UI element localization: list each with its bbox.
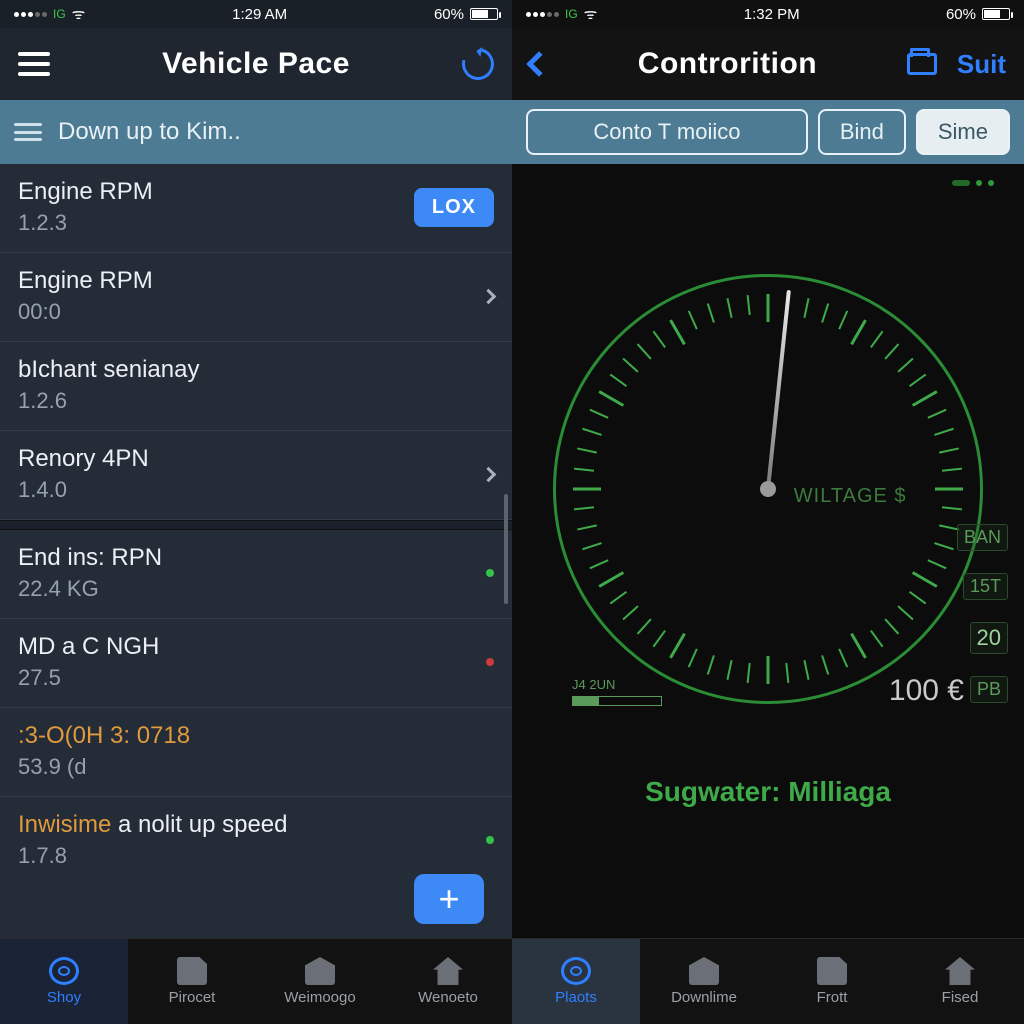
shoy-icon xyxy=(49,957,79,985)
seg-conto[interactable]: Conto T moiico xyxy=(526,109,808,155)
status-time: 1:29 AM xyxy=(232,6,287,23)
list-item[interactable]: MD a C NGH27.5 xyxy=(0,619,512,708)
seg-bind[interactable]: Bind xyxy=(818,109,906,155)
phone-left: IG ᯤ 1:29 AM 60% Vehicle Pace Down up to… xyxy=(0,0,512,1024)
list-item[interactable]: Inwisime a nolit up speed1.7.8 xyxy=(0,797,512,885)
lox-badge[interactable]: LOX xyxy=(414,188,494,227)
plus-icon: + xyxy=(438,878,459,920)
doc-icon xyxy=(177,957,207,985)
list-item[interactable]: End ins: RPN22.4 KG xyxy=(0,530,512,619)
folder-icon[interactable] xyxy=(907,53,937,75)
connection-dots-icon xyxy=(952,180,994,186)
tab-pirocet[interactable]: Pirocet xyxy=(128,939,256,1024)
signal-dots-icon xyxy=(526,12,559,17)
battery-pct: 60% xyxy=(946,6,976,23)
gauge-panel: WILTAGE $ BAN 15T 20 PB J4 2UN 100 € Sug… xyxy=(512,164,1024,938)
status-bar: IG ᯤ 1:29 AM 60% xyxy=(0,0,512,28)
tab-frott[interactable]: Frott xyxy=(768,939,896,1024)
battery-icon xyxy=(982,8,1010,20)
list-item[interactable]: Renory 4PN1.4.0 xyxy=(0,431,512,520)
add-button[interactable]: + xyxy=(414,874,484,924)
speed-gauge: WILTAGE $ xyxy=(553,274,983,704)
section-divider xyxy=(0,520,512,530)
refresh-icon[interactable] xyxy=(456,42,500,86)
signal-dots-icon xyxy=(14,12,47,17)
tab-bar: Plaots Downlime Frott Fised xyxy=(512,938,1024,1024)
battery-icon xyxy=(470,8,498,20)
status-dot-icon xyxy=(486,836,494,844)
house-icon xyxy=(945,957,975,985)
chevron-right-icon xyxy=(481,288,497,304)
nav-bar: Controrition Suit xyxy=(512,28,1024,100)
tab-shoy[interactable]: Shoy xyxy=(0,939,128,1024)
page-title: Vehicle Pace xyxy=(162,47,350,81)
nav-bar: Vehicle Pace xyxy=(0,28,512,100)
status-dot-icon xyxy=(486,658,494,666)
menu-icon[interactable] xyxy=(18,52,50,76)
gauge-center-label: WILTAGE $ xyxy=(794,485,907,508)
tab-wenoeto[interactable]: Wenoeto xyxy=(384,939,512,1024)
list-item[interactable]: :3-O(0H 3: 071853.9 (d xyxy=(0,708,512,797)
phone-right: IG ᯤ 1:32 PM 60% Controrition Suit Conto… xyxy=(512,0,1024,1024)
parameter-list: Engine RPM1.2.3 LOX Engine RPM00:0 bIcha… xyxy=(0,164,512,938)
suit-button[interactable]: Suit xyxy=(957,49,1006,80)
list-item[interactable]: Engine RPM1.2.3 LOX xyxy=(0,164,512,253)
tab-plaots[interactable]: Plaots xyxy=(512,939,640,1024)
status-dot-icon xyxy=(486,569,494,577)
sub-title: Down up to Kim.. xyxy=(58,118,241,146)
shoy-icon xyxy=(561,957,591,985)
wifi-icon: ᯤ xyxy=(72,4,86,24)
carrier-icon: IG xyxy=(565,7,578,21)
list-item[interactable]: Engine RPM00:0 xyxy=(0,253,512,342)
segment-bar: Conto T moiico Bind Sime xyxy=(512,100,1024,164)
page-title: Controrition xyxy=(638,47,817,81)
tab-bar: Shoy Pirocet Weimoogo Wenoeto xyxy=(0,938,512,1024)
tag-icon xyxy=(689,957,719,985)
status-time: 1:32 PM xyxy=(744,6,800,23)
sub-menu-icon[interactable] xyxy=(14,123,42,141)
tab-downlime[interactable]: Downlime xyxy=(640,939,768,1024)
wifi-icon: ᯤ xyxy=(584,4,598,24)
doc-icon xyxy=(817,957,847,985)
status-bar: IG ᯤ 1:32 PM 60% xyxy=(512,0,1024,28)
scrollbar-thumb[interactable] xyxy=(504,494,508,604)
gauge-footer: Sugwater: Milliaga xyxy=(512,776,1024,808)
tag-icon xyxy=(305,957,335,985)
list-item[interactable]: bIchant senianay1.2.6 xyxy=(0,342,512,431)
fuel-bar: J4 2UN xyxy=(572,677,662,706)
sub-header: Down up to Kim.. xyxy=(0,100,512,164)
tab-weimoogo[interactable]: Weimoogo xyxy=(256,939,384,1024)
carrier-icon: IG xyxy=(53,7,66,21)
chevron-right-icon xyxy=(481,466,497,482)
price-readout: 100 € xyxy=(889,674,964,708)
house-icon xyxy=(433,957,463,985)
tab-fised[interactable]: Fised xyxy=(896,939,1024,1024)
back-icon[interactable] xyxy=(526,51,551,76)
seg-sime[interactable]: Sime xyxy=(916,109,1010,155)
battery-pct: 60% xyxy=(434,6,464,23)
